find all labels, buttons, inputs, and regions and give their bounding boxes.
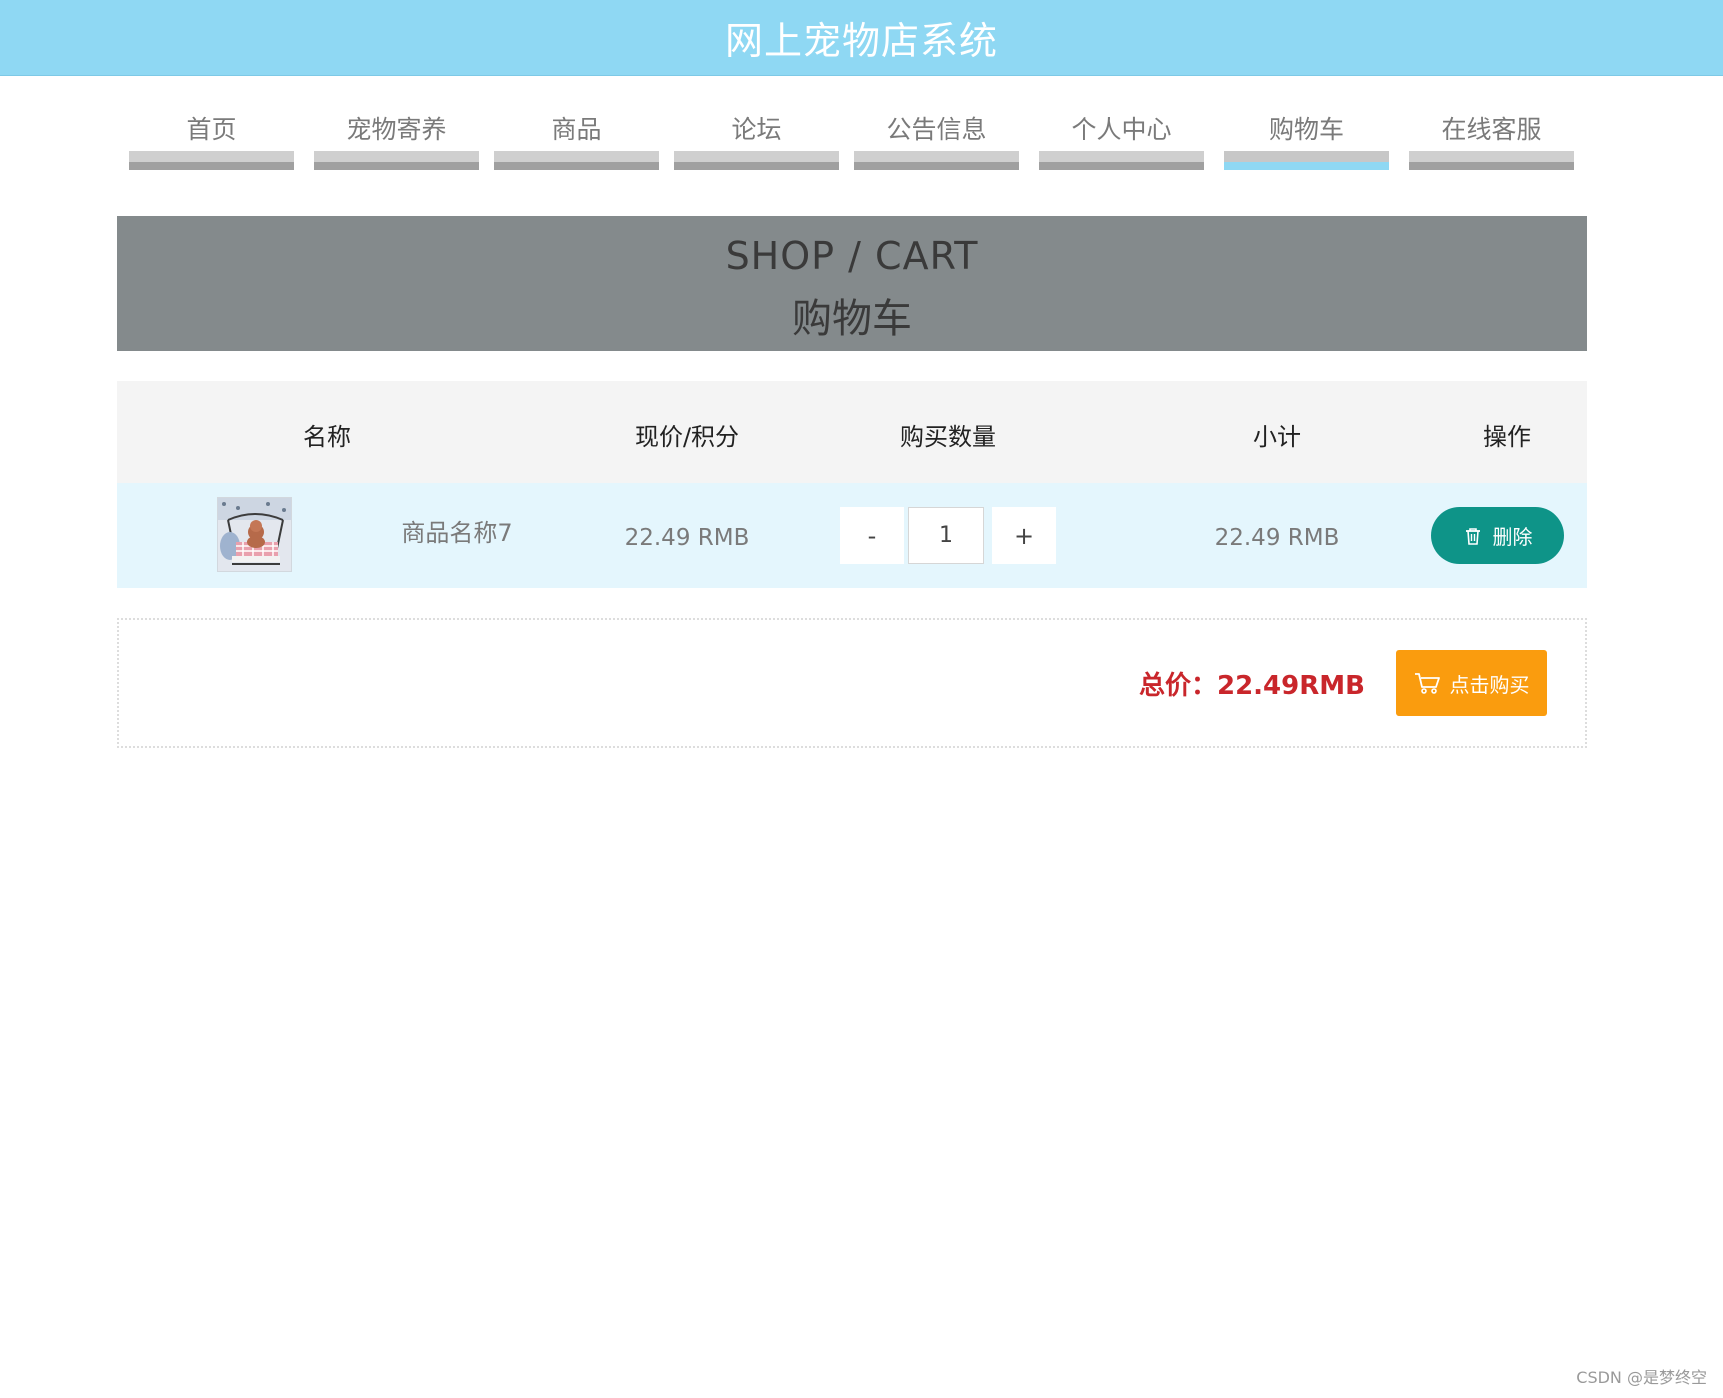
nav-item-bar xyxy=(1409,151,1574,170)
nav-item-announcements[interactable]: 公告信息 xyxy=(854,100,1019,170)
quantity-stepper: - + xyxy=(840,507,1056,564)
nav-item-label: 购物车 xyxy=(1268,115,1344,144)
banner-title-en: SHOP / CART xyxy=(725,234,979,278)
nav-item-label: 论坛 xyxy=(731,115,782,144)
header-bar: 网上宠物店系统 xyxy=(0,0,1723,76)
nav-item-label: 宠物寄养 xyxy=(346,115,447,144)
banner-title-cn: 购物车 xyxy=(792,296,912,342)
trash-icon xyxy=(1465,527,1480,545)
site-title: 网上宠物店系统 xyxy=(724,19,998,63)
nav-item-home[interactable]: 首页 xyxy=(129,100,294,170)
watermark: CSDN @是梦终空 xyxy=(1576,1368,1707,1387)
cart-table: 名称 现价/积分 购买数量 小计 操作 商品名称7 22.49 RMB - 1 … xyxy=(117,381,1587,588)
product-name[interactable]: 商品名称7 xyxy=(387,513,527,548)
column-header-quantity: 购买数量 xyxy=(900,423,996,451)
delete-button[interactable]: 删除 xyxy=(1431,507,1564,564)
nav-item-online-service[interactable]: 在线客服 xyxy=(1409,100,1574,170)
nav-item-pet-boarding[interactable]: 宠物寄养 xyxy=(314,100,479,170)
buy-button-label: 点击购买 xyxy=(1449,672,1530,697)
nav-item-bar-active xyxy=(1224,151,1389,170)
cart-item-row: 商品名称7 22.49 RMB - + 22.49 RMB 删除 xyxy=(117,483,1587,588)
nav-item-cart[interactable]: 购物车 xyxy=(1224,100,1389,170)
nav-item-bar xyxy=(674,151,839,170)
nav-item-label: 商品 xyxy=(551,115,602,144)
nav-item-bar xyxy=(494,151,659,170)
delete-button-label: 删除 xyxy=(1492,525,1533,549)
nav-item-bar xyxy=(129,151,294,170)
column-header-name: 名称 xyxy=(303,423,351,451)
order-summary: 总价：22.49RMB 点击购买 xyxy=(117,618,1587,748)
nav-item-bar xyxy=(854,151,1019,170)
pet-product-thumbnail-icon xyxy=(218,498,291,571)
nav-item-label: 首页 xyxy=(186,115,237,144)
section-banner: SHOP / CART 购物车 xyxy=(117,216,1587,351)
nav-item-label: 公告信息 xyxy=(886,115,987,144)
main-nav: 首页 宠物寄养 商品 论坛 公告信息 个人中心 购物车 在线客服 xyxy=(0,100,1723,180)
buy-button[interactable]: 点击购买 xyxy=(1396,650,1547,716)
nav-item-products[interactable]: 商品 xyxy=(494,100,659,170)
cart-table-header: 名称 现价/积分 购买数量 小计 操作 xyxy=(117,381,1587,483)
nav-item-label: 在线客服 xyxy=(1441,115,1542,144)
column-header-subtotal: 小计 xyxy=(1253,423,1301,451)
column-header-price: 现价/积分 xyxy=(634,423,740,451)
increase-quantity-button[interactable]: + xyxy=(992,507,1056,564)
column-header-actions: 操作 xyxy=(1483,423,1531,451)
product-thumbnail[interactable] xyxy=(217,497,292,572)
nav-item-personal-center[interactable]: 个人中心 xyxy=(1039,100,1204,170)
nav-item-bar xyxy=(314,151,479,170)
product-subtotal: 22.49 RMB xyxy=(1214,525,1340,551)
nav-item-forum[interactable]: 论坛 xyxy=(674,100,839,170)
page: 网上宠物店系统 首页 宠物寄养 商品 论坛 公告信息 个人中心 购物车 在线客服… xyxy=(0,0,1723,1398)
nav-item-label: 个人中心 xyxy=(1071,115,1172,144)
decrease-quantity-button[interactable]: - xyxy=(840,507,904,564)
quantity-input[interactable] xyxy=(908,507,984,564)
nav-item-bar xyxy=(1039,151,1204,170)
total-price: 总价：22.49RMB xyxy=(1139,671,1365,701)
product-price: 22.49 RMB xyxy=(624,525,750,551)
cart-icon xyxy=(1414,673,1440,694)
